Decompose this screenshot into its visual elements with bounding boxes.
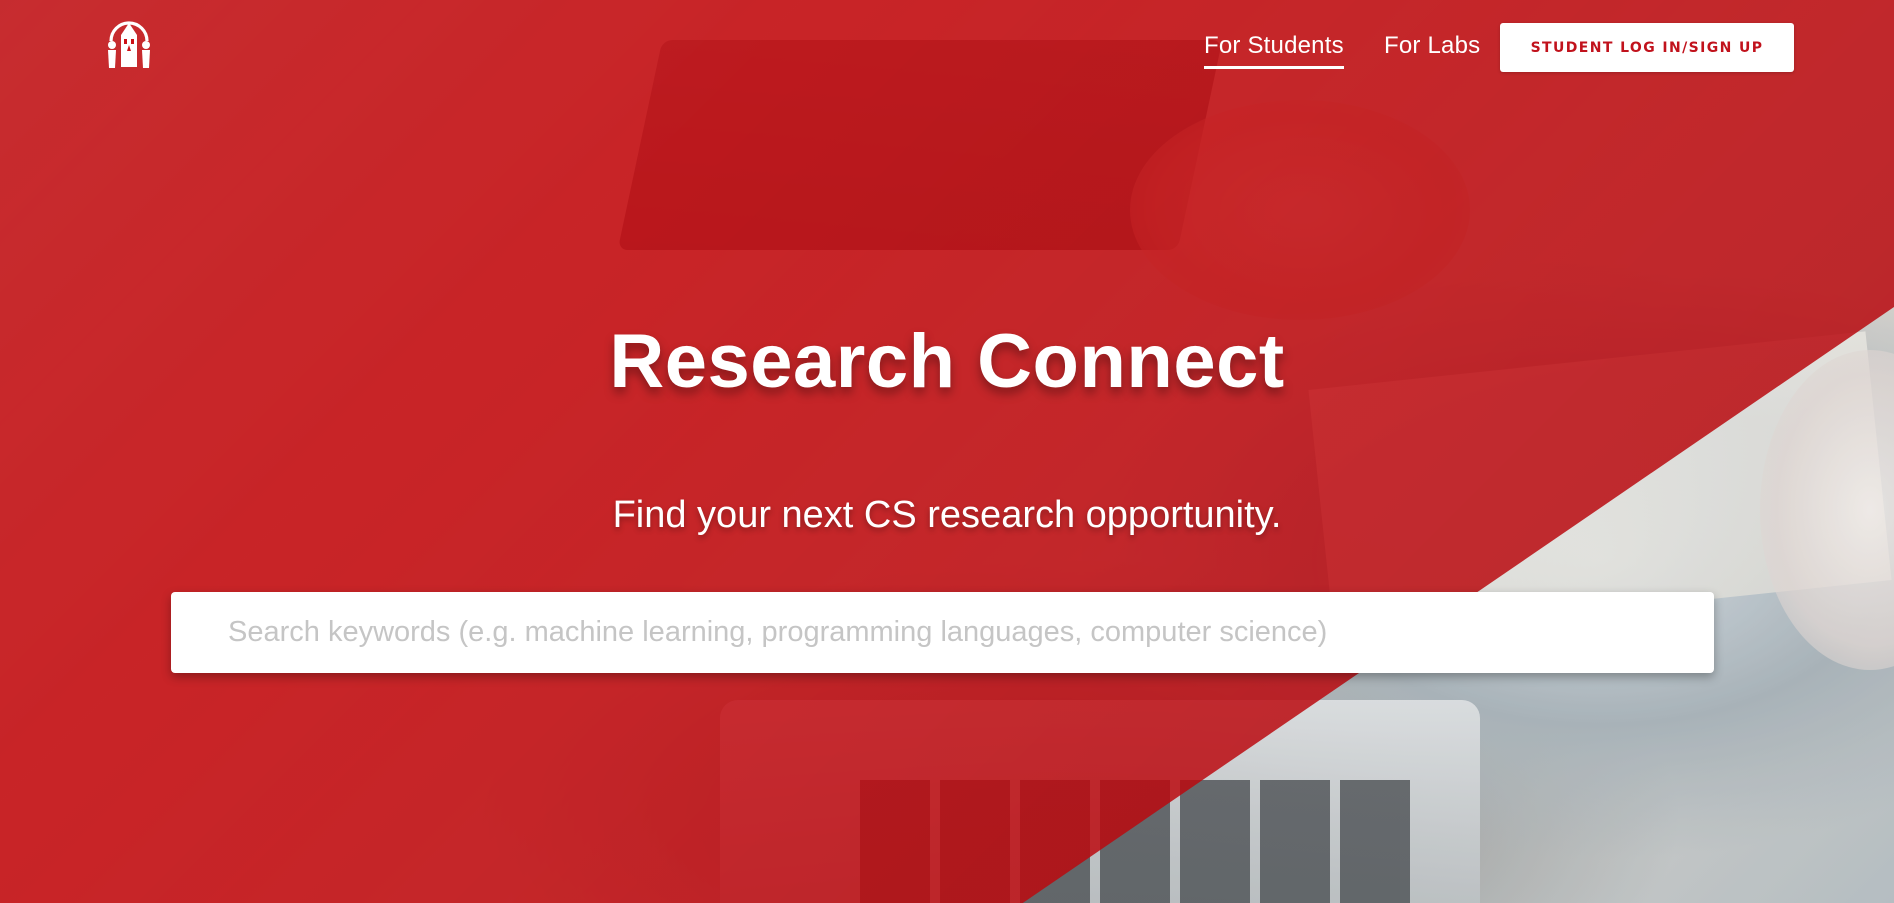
search-input[interactable] <box>171 592 1714 673</box>
nav-for-students[interactable]: For Students <box>1204 32 1344 69</box>
page-title: Research Connect <box>609 319 1285 404</box>
nav-for-labs[interactable]: For Labs <box>1384 32 1480 60</box>
research-team-logo-icon[interactable] <box>101 15 157 71</box>
search-bar <box>171 592 1714 673</box>
student-login-signup-button[interactable]: STUDENT LOG IN/SIGN UP <box>1500 23 1794 72</box>
page-subtitle: Find your next CS research opportunity. <box>612 494 1282 536</box>
site-header: For Students For Labs STUDENT LOG IN/SIG… <box>0 0 1894 95</box>
